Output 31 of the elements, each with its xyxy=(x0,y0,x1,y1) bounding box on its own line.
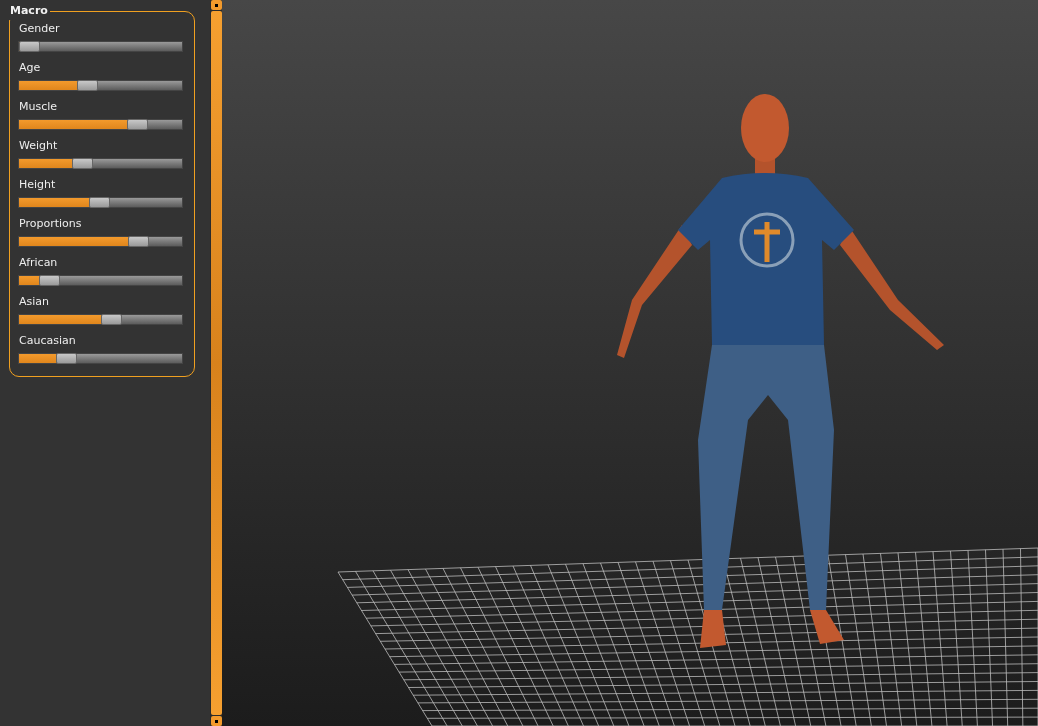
slider-track[interactable] xyxy=(18,235,183,247)
scroll-down-button[interactable] xyxy=(210,716,222,726)
slider-track[interactable] xyxy=(18,157,183,169)
slider-track[interactable] xyxy=(18,274,183,286)
slider-handle[interactable] xyxy=(19,40,40,52)
slider-label: Caucasian xyxy=(18,333,77,348)
slider-label: Weight xyxy=(18,138,59,153)
slider-handle[interactable] xyxy=(88,196,110,208)
slider-handle[interactable] xyxy=(101,313,123,325)
slider-handle[interactable] xyxy=(126,118,148,130)
slider-label: Muscle xyxy=(18,99,59,114)
slider-handle[interactable] xyxy=(77,79,99,91)
slider-handle[interactable] xyxy=(71,157,93,169)
slider-label: African xyxy=(18,255,59,270)
slider-label: Gender xyxy=(18,21,61,36)
slider-track[interactable] xyxy=(18,352,183,364)
slider-label: Proportions xyxy=(18,216,83,231)
group-title: Macro xyxy=(9,3,49,19)
scroll-up-button[interactable] xyxy=(210,0,222,10)
slider-label: Asian xyxy=(18,294,51,309)
slider-handle[interactable] xyxy=(55,352,77,364)
slider-handle[interactable] xyxy=(128,235,150,247)
slider-track[interactable] xyxy=(18,40,183,52)
slider-label: Age xyxy=(18,60,42,75)
3d-viewport[interactable] xyxy=(222,0,1038,726)
slider-track[interactable] xyxy=(18,79,183,91)
slider-track[interactable] xyxy=(18,196,183,208)
slider-track[interactable] xyxy=(18,313,183,325)
slider-track[interactable] xyxy=(18,118,183,130)
slider-label: Height xyxy=(18,177,57,192)
slider-handle[interactable] xyxy=(38,274,60,286)
